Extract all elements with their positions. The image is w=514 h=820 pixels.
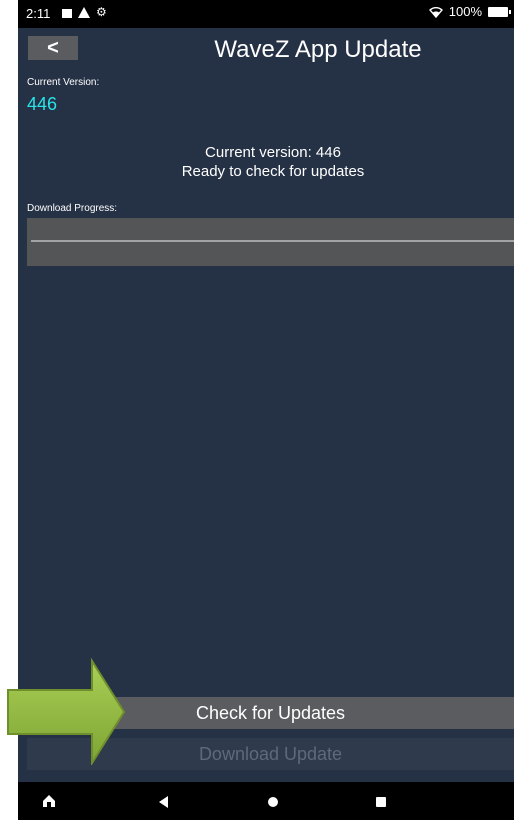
home-app-icon[interactable]: [42, 794, 56, 808]
status-time: 2:11: [26, 6, 51, 21]
green-arrow-annotation: [7, 657, 126, 765]
nav-home-icon[interactable]: [268, 797, 278, 807]
wifi-icon: [428, 6, 443, 18]
current-version-label: Current Version:: [27, 77, 100, 88]
battery-percent: 100%: [448, 4, 482, 19]
status-message: Current version: 446 Ready to check for …: [18, 143, 514, 181]
progress-track-line: [31, 240, 514, 242]
nav-back-icon[interactable]: [159, 796, 168, 808]
status-line-ready: Ready to check for updates: [181, 163, 365, 180]
nav-recents-icon[interactable]: [376, 797, 386, 807]
status-icons-left: ⚙: [62, 5, 107, 19]
alert-triangle-icon: [78, 7, 90, 18]
current-version-value: 446: [27, 94, 58, 114]
navigation-bar: [18, 782, 514, 820]
page-title: WaveZ App Update: [214, 36, 422, 63]
status-line-version: Current version: 446: [205, 144, 341, 161]
gear-icon: ⚙: [96, 5, 107, 19]
download-progress-label: Download Progress:: [27, 203, 118, 214]
status-bar: 2:11 ⚙ 100%: [18, 0, 514, 28]
back-button[interactable]: <: [28, 36, 78, 60]
battery-icon: [488, 6, 511, 17]
download-progress-bar: [27, 218, 514, 266]
status-icons-right: 100%: [428, 4, 511, 19]
notification-square-icon: [62, 9, 72, 18]
